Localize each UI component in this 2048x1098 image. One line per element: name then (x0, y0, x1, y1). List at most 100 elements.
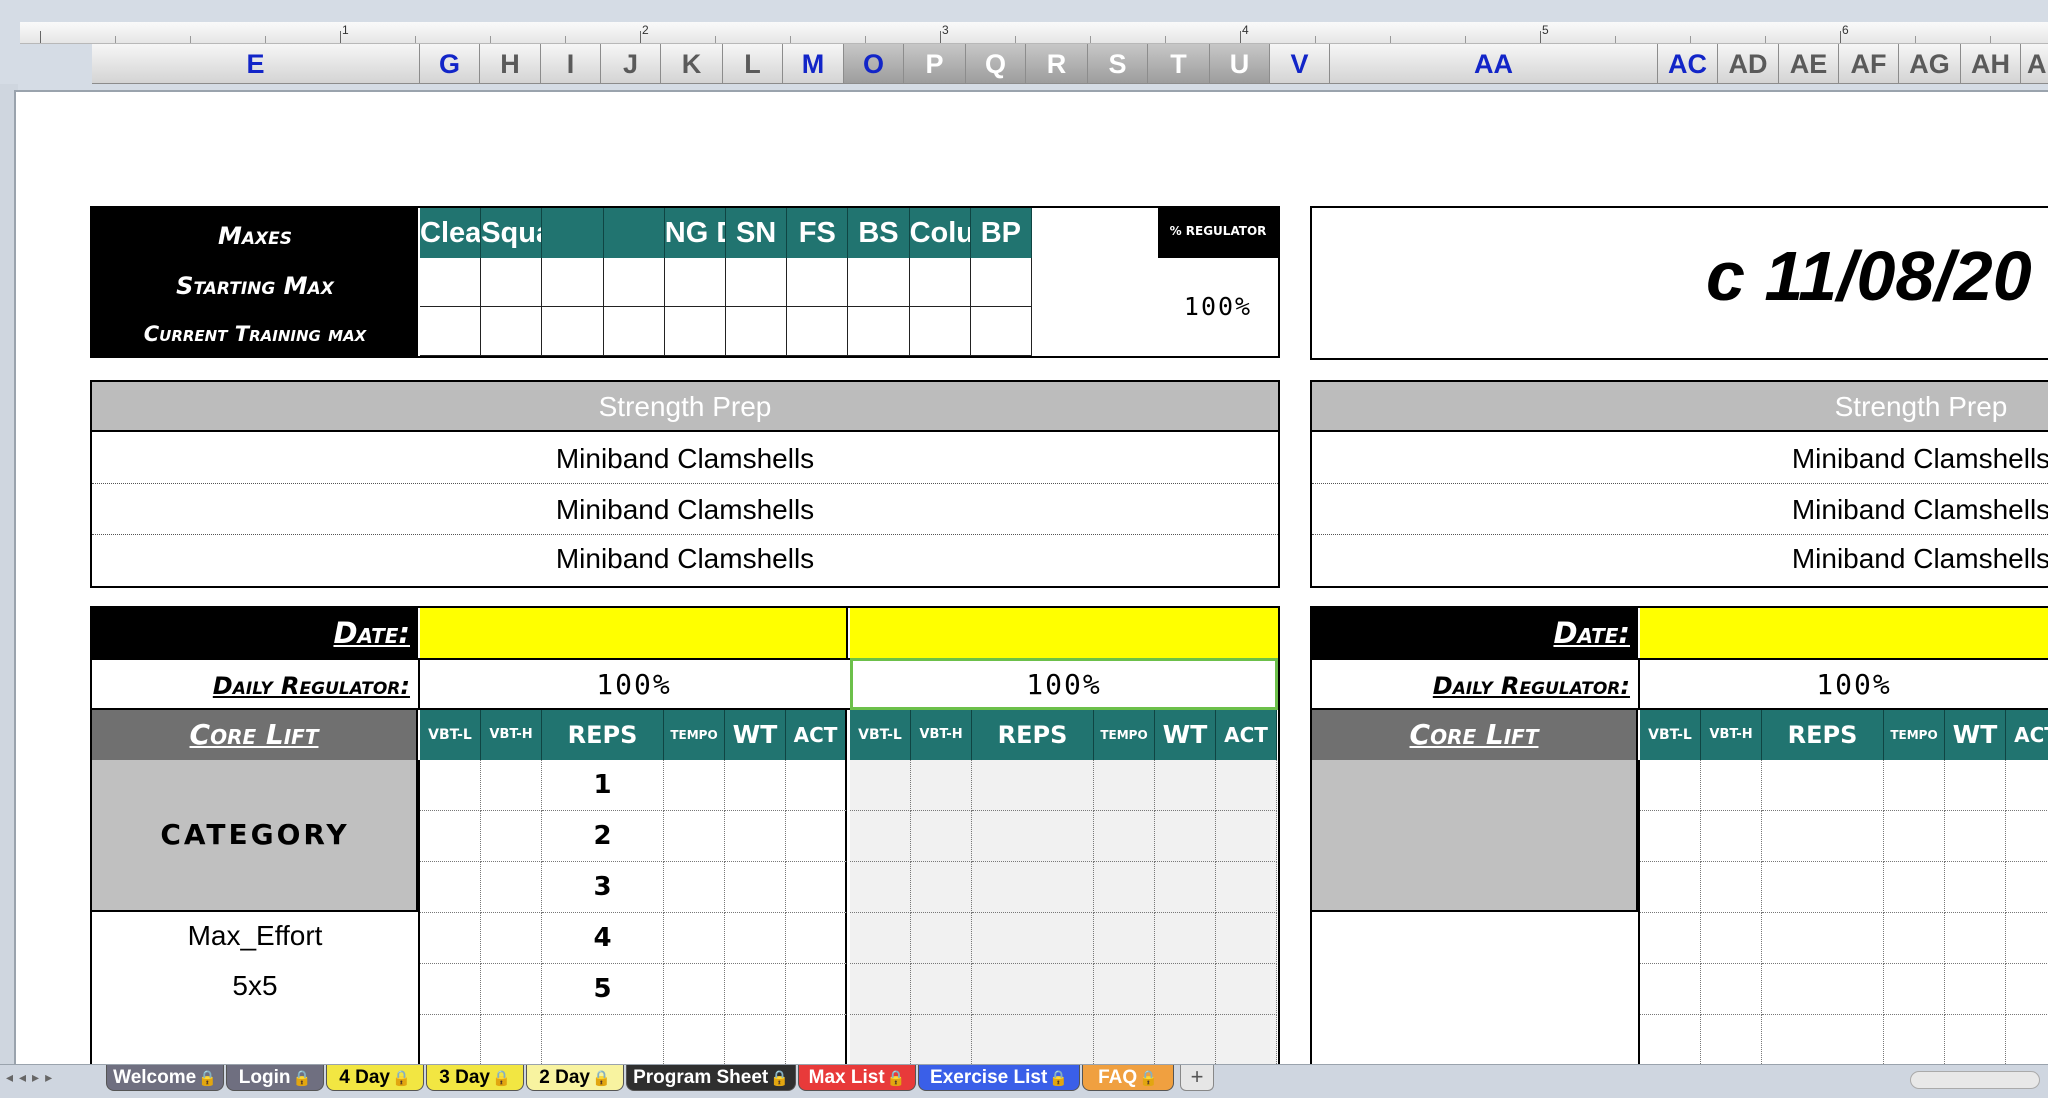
work-cell[interactable] (2006, 862, 2048, 913)
work-cell[interactable] (1155, 964, 1216, 1015)
work-cell[interactable] (1216, 1015, 1277, 1065)
max-input-cell[interactable] (787, 307, 849, 356)
work-cell[interactable] (972, 862, 1094, 913)
prep-row-2-right[interactable]: Miniband Clamshells (1312, 485, 2048, 535)
column-header-ac[interactable]: AC (1658, 44, 1718, 84)
column-header-k[interactable]: K (661, 44, 723, 84)
max-input-cell[interactable] (542, 258, 604, 307)
work-cell[interactable] (481, 811, 542, 862)
work-cell[interactable] (786, 760, 847, 811)
column-header-r[interactable]: R (1026, 44, 1088, 84)
work-cell[interactable] (664, 964, 725, 1015)
work-cell[interactable] (1216, 811, 1277, 862)
column-header-q[interactable]: Q (966, 44, 1026, 84)
work-cell[interactable] (1640, 964, 1701, 1015)
work-cell[interactable] (1762, 811, 1884, 862)
column-header-i[interactable]: I (541, 44, 601, 84)
prep-row-1-right[interactable]: Miniband Clamshells (1312, 434, 2048, 484)
column-header-aa[interactable]: AA (1330, 44, 1658, 84)
work-cell[interactable] (1945, 964, 2006, 1015)
work-cell[interactable] (725, 760, 786, 811)
max-input-cell[interactable] (542, 307, 604, 356)
max-input-cell[interactable] (664, 258, 726, 307)
column-header-ad[interactable]: AD (1718, 44, 1779, 84)
prep-row-1-left[interactable]: Miniband Clamshells (92, 434, 1278, 484)
work-cell[interactable] (725, 1015, 786, 1065)
work-cell[interactable] (664, 1015, 725, 1065)
work-cell[interactable] (1945, 811, 2006, 862)
column-header-e[interactable]: E (92, 44, 420, 84)
work-cell[interactable] (1884, 913, 1945, 964)
work-cell[interactable] (664, 913, 725, 964)
date-input-3[interactable] (1640, 608, 2048, 658)
lift-name[interactable]: Max_Effort (92, 920, 418, 952)
work-cell[interactable] (1216, 964, 1277, 1015)
column-header-s[interactable]: S (1088, 44, 1148, 84)
max-input-cell[interactable] (726, 307, 788, 356)
work-cell[interactable] (664, 811, 725, 862)
work-cell[interactable] (1945, 1015, 2006, 1065)
work-cell[interactable] (1701, 862, 1762, 913)
rep-number[interactable]: 3 (542, 862, 664, 913)
work-cell[interactable] (1884, 862, 1945, 913)
work-cell[interactable] (972, 760, 1094, 811)
work-cell[interactable] (850, 1015, 911, 1065)
work-cell[interactable] (786, 1015, 847, 1065)
tab-exercise-list[interactable]: Exercise List 🔒 (918, 1065, 1080, 1091)
max-input-cell[interactable] (481, 307, 543, 356)
work-cell[interactable] (786, 964, 847, 1015)
work-cell[interactable] (972, 913, 1094, 964)
work-cell[interactable] (786, 862, 847, 913)
work-cell[interactable] (911, 862, 972, 913)
column-header-t[interactable]: T (1148, 44, 1210, 84)
work-cell[interactable] (420, 1015, 481, 1065)
work-cell[interactable] (2006, 964, 2048, 1015)
work-cell[interactable] (1762, 1015, 1884, 1065)
work-cell[interactable] (420, 913, 481, 964)
work-cell[interactable] (1155, 760, 1216, 811)
tab-welcome[interactable]: Welcome 🔒 (106, 1065, 224, 1091)
work-cell[interactable] (420, 760, 481, 811)
work-cell[interactable] (911, 1015, 972, 1065)
work-cell[interactable] (1762, 862, 1884, 913)
max-input-cell[interactable] (603, 258, 665, 307)
work-cell[interactable] (2006, 811, 2048, 862)
work-cell[interactable] (481, 913, 542, 964)
date-input-2[interactable] (850, 608, 1278, 658)
work-cell[interactable] (420, 862, 481, 913)
regulator-value[interactable]: 100% (1158, 292, 1278, 321)
work-cell[interactable] (1094, 964, 1155, 1015)
work-cell[interactable] (1945, 862, 2006, 913)
work-cell[interactable] (1155, 1015, 1216, 1065)
work-cell[interactable] (850, 760, 911, 811)
tab-program-sheet[interactable]: Program Sheet 🔒 (626, 1065, 796, 1091)
work-cell[interactable] (481, 964, 542, 1015)
max-input-cell[interactable] (420, 258, 482, 307)
work-cell[interactable] (1701, 964, 1762, 1015)
work-cell[interactable] (1640, 760, 1701, 811)
work-cell[interactable] (1155, 913, 1216, 964)
work-cell[interactable] (1094, 913, 1155, 964)
work-cell[interactable] (1884, 964, 1945, 1015)
add-sheet-button[interactable]: + (1180, 1065, 1214, 1091)
column-header-j[interactable]: J (601, 44, 661, 84)
work-cell[interactable] (972, 1015, 1094, 1065)
work-cell[interactable] (1762, 964, 1884, 1015)
prep-row-2-left[interactable]: Miniband Clamshells (92, 485, 1278, 535)
date-input-1[interactable] (420, 608, 848, 658)
work-cell[interactable] (1155, 862, 1216, 913)
work-cell[interactable] (1216, 760, 1277, 811)
work-cell[interactable] (972, 964, 1094, 1015)
work-cell[interactable] (1762, 760, 1884, 811)
work-cell[interactable] (850, 913, 911, 964)
work-cell[interactable] (1640, 811, 1701, 862)
column-header-v[interactable]: V (1270, 44, 1330, 84)
max-input-cell[interactable] (970, 258, 1032, 307)
work-cell[interactable] (481, 862, 542, 913)
tab-login[interactable]: Login 🔒 (226, 1065, 324, 1091)
rep-number[interactable]: 2 (542, 811, 664, 862)
work-cell[interactable] (1762, 913, 1884, 964)
max-input-cell[interactable] (787, 258, 849, 307)
tab-3-day[interactable]: 3 Day 🔒 (426, 1065, 524, 1091)
tab-4-day[interactable]: 4 Day 🔒 (326, 1065, 424, 1091)
